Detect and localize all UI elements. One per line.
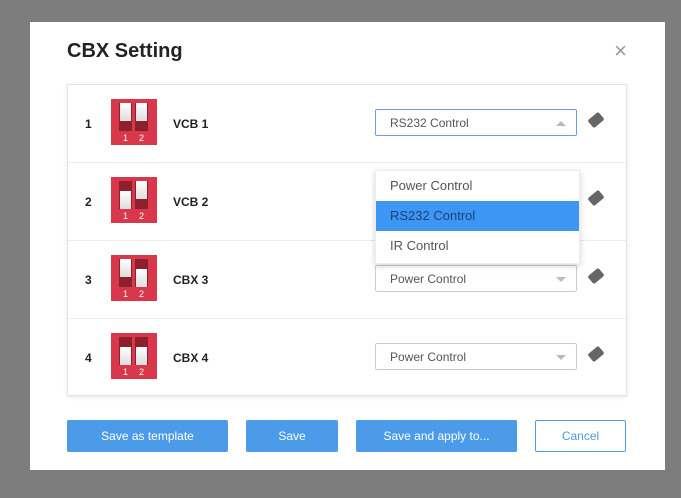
device-name: CBX 3: [173, 273, 209, 287]
control-select[interactable]: RS232 Control: [375, 109, 577, 136]
option-power-control[interactable]: Power Control: [376, 171, 579, 201]
dip-switch: [135, 103, 148, 131]
dialog-title: CBX Setting: [67, 40, 183, 62]
device-name: CBX 4: [173, 351, 209, 365]
dip-label: 2: [139, 367, 145, 377]
dip-switch: [119, 181, 132, 209]
dip-switch: [135, 337, 148, 365]
save-as-template-button[interactable]: Save as template: [67, 420, 228, 452]
control-select-value: Power Control: [390, 272, 467, 286]
dip-switch: [135, 181, 148, 209]
dip-switch: [119, 259, 132, 287]
control-select[interactable]: Power Control: [375, 343, 577, 370]
chevron-down-icon: [556, 277, 566, 282]
device-name: VCB 2: [173, 195, 209, 209]
dip-label: 2: [139, 133, 145, 143]
dip-switch-icon: 12: [111, 255, 157, 301]
control-select-value: Power Control: [390, 350, 467, 364]
option-ir-control[interactable]: IR Control: [376, 231, 579, 261]
device-name: VCB 1: [173, 117, 209, 131]
control-dropdown-menu: Power Control RS232 Control IR Control: [375, 170, 580, 264]
option-rs232-control[interactable]: RS232 Control: [376, 201, 579, 231]
row-number: 3: [85, 273, 92, 287]
edit-icon[interactable]: [587, 189, 605, 207]
row-number: 4: [85, 351, 92, 365]
close-icon[interactable]: ×: [614, 38, 627, 64]
dip-switch: [119, 103, 132, 131]
chevron-down-icon: [556, 355, 566, 360]
dip-label: 1: [123, 211, 129, 221]
dip-label: 1: [123, 133, 129, 143]
row-number: 2: [85, 195, 92, 209]
edit-icon[interactable]: [587, 345, 605, 363]
save-and-apply-button[interactable]: Save and apply to...: [356, 420, 517, 452]
dip-switch-icon: 12: [111, 333, 157, 379]
cbx-setting-dialog: CBX Setting × 1 12 VCB 1 RS232 Control 2…: [30, 22, 665, 470]
cbx-row: 4 12 CBX 4 Power Control: [68, 319, 626, 397]
chevron-up-icon: [556, 121, 566, 126]
dip-switch: [119, 337, 132, 365]
control-select-value: RS232 Control: [390, 116, 469, 130]
dip-label: 1: [123, 289, 129, 299]
save-button[interactable]: Save: [246, 420, 338, 452]
edit-icon[interactable]: [587, 111, 605, 129]
dip-switch-icon: 12: [111, 177, 157, 223]
edit-icon[interactable]: [587, 267, 605, 285]
dip-switch-icon: 12: [111, 99, 157, 145]
row-number: 1: [85, 117, 92, 131]
cbx-row: 1 12 VCB 1 RS232 Control: [68, 85, 626, 163]
dip-label: 1: [123, 367, 129, 377]
dip-label: 2: [139, 211, 145, 221]
cancel-button[interactable]: Cancel: [535, 420, 626, 452]
dip-switch: [135, 259, 148, 287]
dip-label: 2: [139, 289, 145, 299]
control-select[interactable]: Power Control: [375, 265, 577, 292]
